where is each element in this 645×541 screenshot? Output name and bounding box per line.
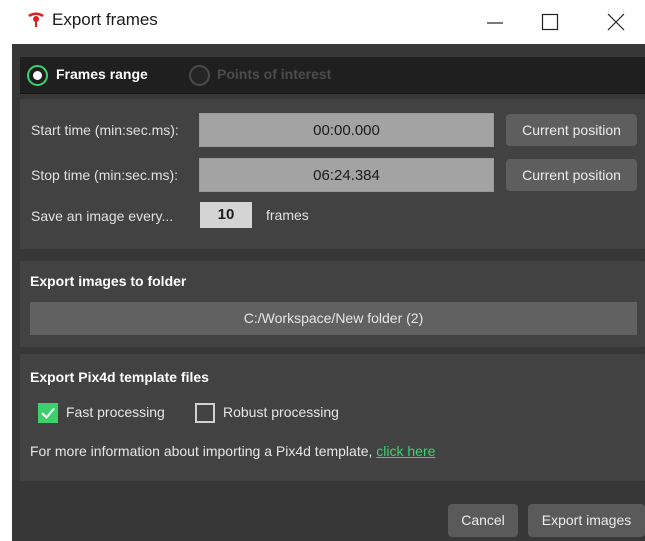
start-time-label: Start time (min:sec.ms): [31, 122, 179, 138]
robust-processing-checkbox[interactable] [195, 403, 215, 423]
time-range-panel: Start time (min:sec.ms): 00:00.000 Curre… [20, 99, 645, 249]
mode-tabs: Frames range Points of interest [20, 57, 645, 94]
export-frames-dialog: Frames range Points of interest Start ti… [12, 44, 645, 541]
export-images-button[interactable]: Export images [528, 504, 645, 537]
frames-unit-label: frames [266, 207, 309, 223]
folder-path-button[interactable]: C:/Workspace/New folder (2) [30, 302, 637, 335]
stop-time-label: Stop time (min:sec.ms): [31, 167, 179, 183]
maximize-icon [541, 13, 559, 31]
app-logo-icon [28, 12, 44, 27]
export-folder-title: Export images to folder [30, 273, 187, 289]
minimize-button[interactable] [465, 0, 525, 44]
start-time-input[interactable]: 00:00.000 [199, 113, 494, 147]
frame-interval-input[interactable]: 10 [200, 202, 252, 228]
maximize-button[interactable] [520, 0, 580, 44]
export-folder-panel: Export images to folder C:/Workspace/New… [20, 261, 645, 347]
points-of-interest-radio[interactable] [189, 65, 210, 86]
close-button[interactable] [586, 0, 645, 44]
start-current-position-button[interactable]: Current position [506, 114, 637, 146]
tab-points-of-interest[interactable]: Points of interest [217, 66, 331, 82]
save-every-label: Save an image every... [31, 208, 174, 224]
pix4d-info-label: For more information about importing a P… [30, 443, 373, 459]
frames-range-radio[interactable] [27, 65, 48, 86]
stop-current-position-button[interactable]: Current position [506, 159, 637, 191]
robust-processing-label: Robust processing [223, 404, 339, 420]
tab-frames-range[interactable]: Frames range [56, 66, 148, 82]
pix4d-info-text: For more information about importing a P… [30, 443, 435, 459]
cancel-button[interactable]: Cancel [448, 504, 518, 537]
stop-time-input[interactable]: 06:24.384 [199, 158, 494, 192]
fast-processing-label: Fast processing [66, 404, 165, 420]
close-icon [607, 13, 625, 31]
minimize-icon [487, 22, 503, 24]
window-title: Export frames [52, 10, 158, 29]
click-here-link[interactable]: click here [376, 443, 435, 459]
pix4d-title: Export Pix4d template files [30, 369, 209, 385]
pix4d-panel: Export Pix4d template files Fast process… [20, 354, 645, 481]
checkmark-icon [41, 407, 55, 419]
title-bar: Export frames [0, 0, 645, 44]
fast-processing-checkbox[interactable] [38, 403, 58, 423]
